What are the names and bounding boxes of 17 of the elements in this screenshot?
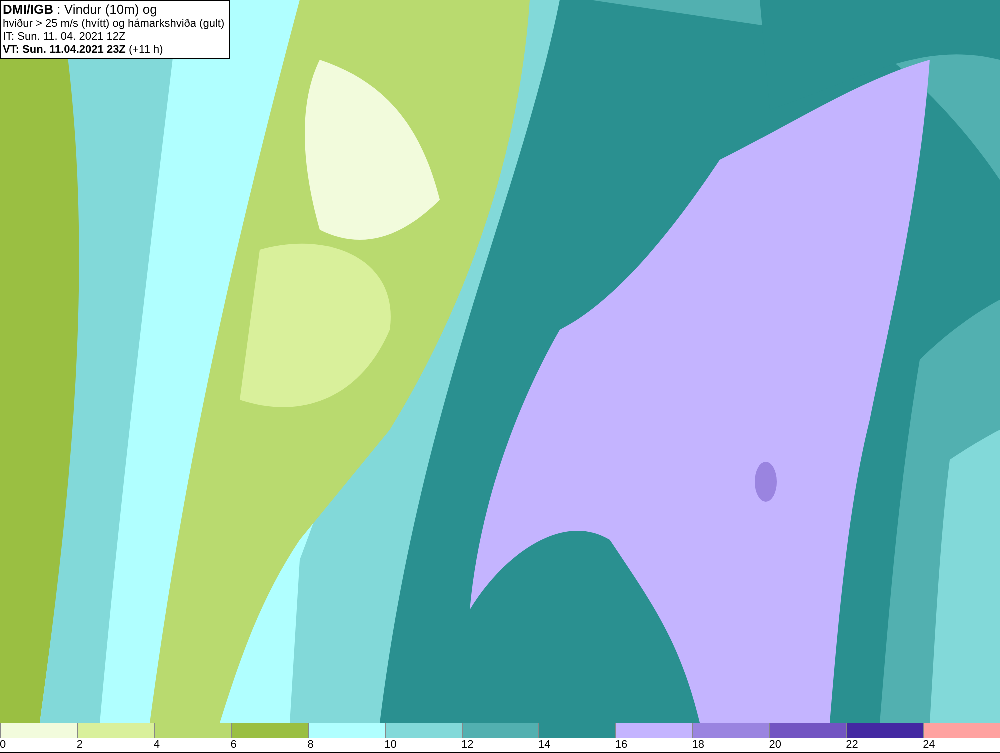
legend-label: 16 (615, 738, 628, 752)
legend-label: 24 (923, 738, 936, 752)
legend-label: 4 (154, 738, 160, 752)
legend-label: 6 (230, 738, 237, 752)
title-line: VT: Sun. 11.04.2021 23Z (+11 h) (3, 44, 164, 57)
title-line: hviður > 25 m/s (hvítt) og hámarkshviða (gult) (3, 18, 225, 31)
title-line: DMI/IGB : Vindur (10m) og (3, 2, 158, 18)
title-line: IT: Sun. 11. 04. 2021 12Z (3, 31, 127, 44)
legend-label: 8 (308, 738, 314, 752)
legend-label: 2 (76, 738, 84, 752)
legend-label: 12 (462, 738, 474, 752)
legend-label: 14 (538, 738, 551, 752)
legend-label: 20 (769, 738, 782, 752)
legend-label: 22 (846, 738, 858, 752)
legend-label: 10 (384, 738, 397, 752)
legend-label: 0 (0, 738, 6, 752)
legend-label: 18 (692, 738, 705, 752)
